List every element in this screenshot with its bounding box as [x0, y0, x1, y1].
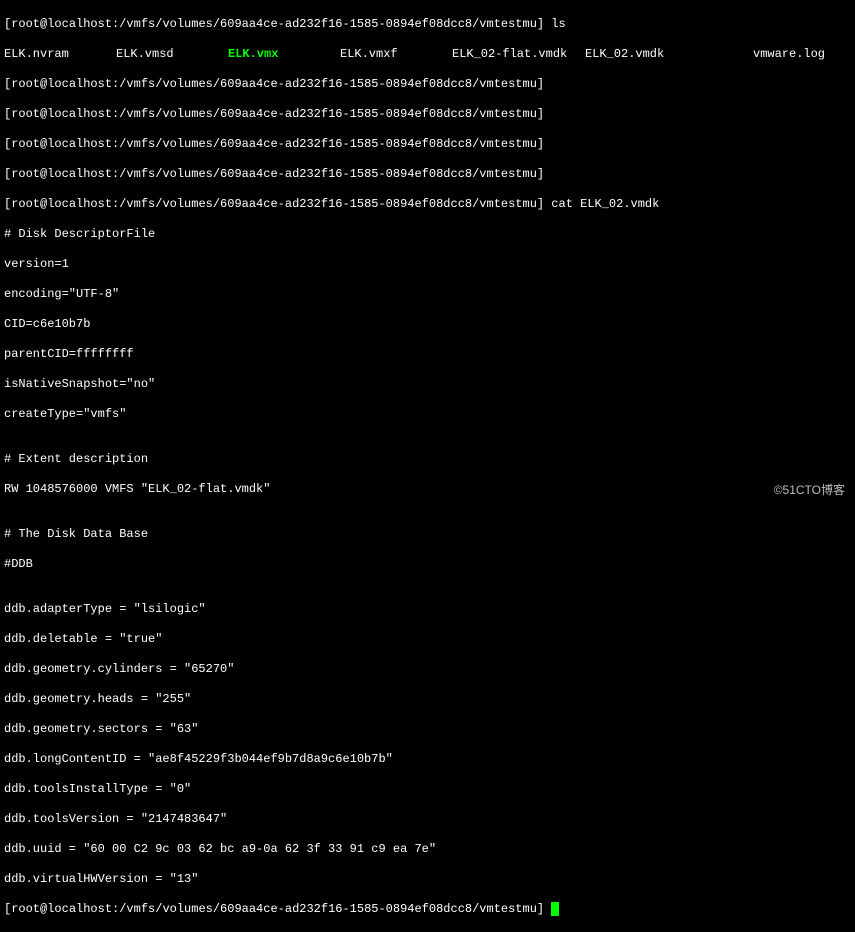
- file-vmdk: ELK_02.vmdk: [585, 47, 753, 62]
- output-line: ddb.toolsVersion = "2147483647": [4, 812, 851, 827]
- file-listing: ELK.nvramELK.vmsdELK.vmxELK.vmxfELK_02-f…: [4, 47, 851, 62]
- output-line: #DDB: [4, 557, 851, 572]
- output-line: # Extent description: [4, 452, 851, 467]
- output-line: createType="vmfs": [4, 407, 851, 422]
- output-line: isNativeSnapshot="no": [4, 377, 851, 392]
- file-vmsd: ELK.vmsd: [116, 47, 228, 62]
- output-line: ddb.uuid = "60 00 C2 9c 03 62 bc a9-0a 6…: [4, 842, 851, 857]
- output-line: RW 1048576000 VMFS "ELK_02-flat.vmdk": [4, 482, 851, 497]
- watermark-text: ©51CTO博客: [774, 483, 845, 498]
- output-line: ddb.toolsInstallType = "0": [4, 782, 851, 797]
- output-line: ddb.geometry.cylinders = "65270": [4, 662, 851, 677]
- file-flat-vmdk: ELK_02-flat.vmdk: [452, 47, 585, 62]
- prompt-line-empty1: [root@localhost:/vmfs/volumes/609aa4ce-a…: [4, 77, 851, 92]
- output-line: CID=c6e10b7b: [4, 317, 851, 332]
- output-line: version=1: [4, 257, 851, 272]
- file-vmx: ELK.vmx: [228, 47, 340, 62]
- file-log: vmware.log: [753, 47, 825, 61]
- prompt-line-empty2: [root@localhost:/vmfs/volumes/609aa4ce-a…: [4, 107, 851, 122]
- output-line: # Disk DescriptorFile: [4, 227, 851, 242]
- prompt-line-empty4: [root@localhost:/vmfs/volumes/609aa4ce-a…: [4, 167, 851, 182]
- file-nvram: ELK.nvram: [4, 47, 116, 62]
- output-line: ddb.geometry.heads = "255": [4, 692, 851, 707]
- command-cat: cat ELK_02.vmdk: [544, 197, 659, 211]
- prompt-line-ls: [root@localhost:/vmfs/volumes/609aa4ce-a…: [4, 17, 851, 32]
- output-line: # The Disk Data Base: [4, 527, 851, 542]
- output-line: parentCID=ffffffff: [4, 347, 851, 362]
- output-line: encoding="UTF-8": [4, 287, 851, 302]
- output-line: ddb.geometry.sectors = "63": [4, 722, 851, 737]
- cursor-icon: [551, 902, 559, 916]
- output-line: ddb.deletable = "true": [4, 632, 851, 647]
- prompt-line-empty3: [root@localhost:/vmfs/volumes/609aa4ce-a…: [4, 137, 851, 152]
- command-ls: ls: [544, 17, 566, 31]
- prompt-path: /vmfs/volumes/609aa4ce-ad232f16-1585-089…: [119, 17, 537, 31]
- output-line: ddb.adapterType = "lsilogic": [4, 602, 851, 617]
- user-host: root@localhost: [11, 17, 112, 31]
- terminal-output: [root@localhost:/vmfs/volumes/609aa4ce-a…: [4, 2, 851, 932]
- prompt-line-cat: [root@localhost:/vmfs/volumes/609aa4ce-a…: [4, 197, 851, 212]
- output-line: ddb.virtualHWVersion = "13": [4, 872, 851, 887]
- output-line: ddb.longContentID = "ae8f45229f3b044ef9b…: [4, 752, 851, 767]
- prompt-line-cursor[interactable]: [root@localhost:/vmfs/volumes/609aa4ce-a…: [4, 902, 851, 917]
- file-vmxf: ELK.vmxf: [340, 47, 452, 62]
